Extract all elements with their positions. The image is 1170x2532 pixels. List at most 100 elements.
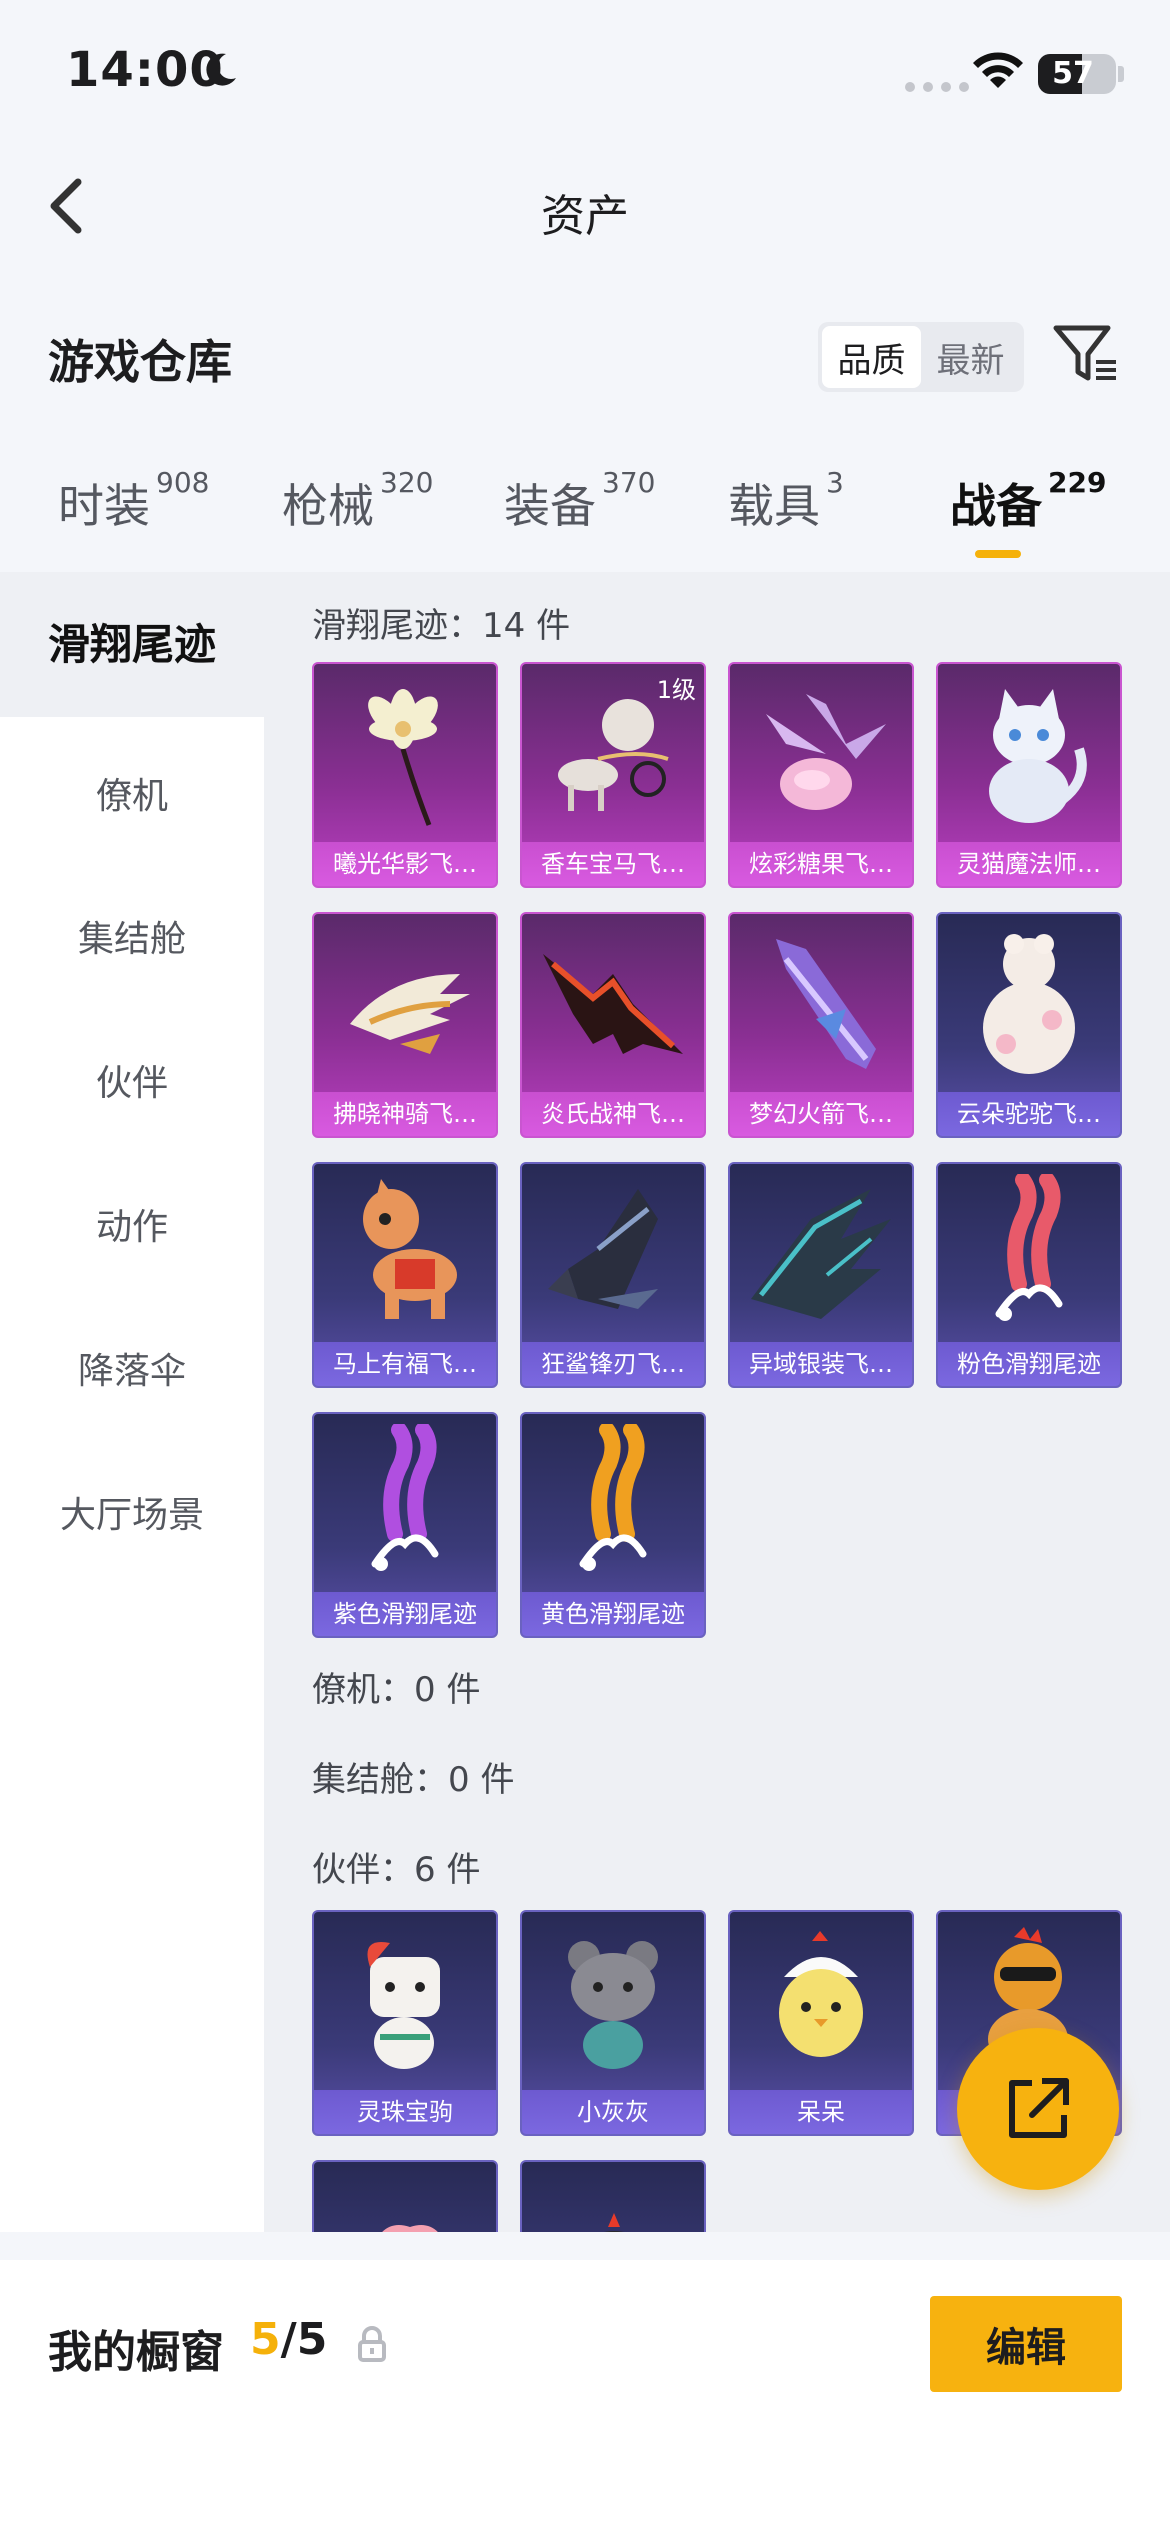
- showcase-count: 5/5: [250, 2314, 327, 2365]
- dark-pet-icon: [522, 2162, 704, 2232]
- item-card[interactable]: 狂鲨锋刃飞…: [520, 1162, 706, 1388]
- blade-wing-icon: [730, 1164, 912, 1344]
- tab-fashion[interactable]: 时装 908: [58, 466, 209, 536]
- wifi-icon: [973, 52, 1023, 88]
- item-card[interactable]: 紫色滑翔尾迹: [312, 1412, 498, 1638]
- item-name: 异域银装飞…: [730, 1342, 912, 1386]
- item-card[interactable]: 小灰灰: [520, 1910, 706, 2136]
- item-card[interactable]: 呆呆: [728, 1910, 914, 2136]
- tab-count: 3: [826, 466, 844, 499]
- tab-count: 229: [1048, 466, 1107, 499]
- sidebar-item-glide-trail[interactable]: 滑翔尾迹: [0, 572, 264, 717]
- smoke-trail-icon: [522, 1414, 704, 1594]
- sidebar-item-assembly-pod[interactable]: 集结舱: [0, 910, 264, 962]
- tab-vehicles[interactable]: 载具 3: [728, 466, 844, 536]
- filter-icon[interactable]: [1052, 322, 1120, 386]
- item-name: 粉色滑翔尾迹: [938, 1342, 1120, 1386]
- pony-icon: [314, 1912, 496, 2092]
- tab-count: 370: [602, 466, 656, 499]
- tab-count: 908: [156, 466, 210, 499]
- item-card[interactable]: 灵珠宝驹: [312, 1910, 498, 2136]
- tab-equipment[interactable]: 装备 370: [504, 466, 655, 536]
- signal-icon: [905, 82, 969, 92]
- gray-bear-icon: [522, 1912, 704, 2092]
- sidebar-item-companion[interactable]: 伙伴: [0, 1054, 264, 1106]
- sort-quality-button[interactable]: 品质: [822, 326, 921, 388]
- item-grid-area[interactable]: 滑翔尾迹：14 件 曦光华影飞… 1级 香车宝马飞… 炫彩糖果飞… 灵猫魔法师……: [264, 572, 1170, 2232]
- share-button[interactable]: [957, 2028, 1119, 2190]
- item-name: 灵猫魔法师…: [938, 842, 1120, 886]
- page-title: 资产: [541, 191, 629, 242]
- item-name: 曦光华影飞…: [314, 842, 496, 886]
- item-card[interactable]: 异域银装飞…: [728, 1162, 914, 1388]
- tab-guns[interactable]: 枪械 320: [282, 466, 433, 536]
- item-card[interactable]: 炎氏战神飞…: [520, 912, 706, 1138]
- item-card[interactable]: [520, 2160, 706, 2232]
- item-name: 紫色滑翔尾迹: [314, 1592, 496, 1636]
- edit-button[interactable]: 编辑: [930, 2296, 1122, 2392]
- active-tab-indicator: [975, 550, 1021, 558]
- item-name: 狂鲨锋刃飞…: [522, 1342, 704, 1386]
- item-card[interactable]: 拂晓神骑飞…: [312, 912, 498, 1138]
- section-title-companion: 伙伴：6 件: [312, 1850, 481, 1890]
- lock-icon: [358, 2326, 386, 2362]
- item-card[interactable]: 曦光华影飞…: [312, 662, 498, 888]
- sidebar-item-parachute[interactable]: 降落伞: [0, 1342, 264, 1394]
- tab-count: 320: [380, 466, 434, 499]
- item-name: 香车宝马飞…: [522, 842, 704, 886]
- horse-icon: [314, 1164, 496, 1344]
- sidebar-item-emote[interactable]: 动作: [0, 1198, 264, 1250]
- tab-label: 枪械: [282, 479, 374, 533]
- alpaca-icon: [938, 914, 1120, 1094]
- item-name: 炫彩糖果飞…: [730, 842, 912, 886]
- section-title-assembly-pod: 集结舱：0 件: [312, 1760, 515, 1800]
- showcase-current: 5: [250, 2314, 281, 2365]
- item-name: 云朵驼驼飞…: [938, 1092, 1120, 1136]
- battery-icon: 57: [1038, 54, 1116, 94]
- carriage-icon: [522, 664, 704, 844]
- tab-label: 战备: [950, 479, 1042, 533]
- section-title-glide-trail: 滑翔尾迹：14 件: [312, 606, 571, 646]
- item-name: 小灰灰: [522, 2090, 704, 2134]
- item-card[interactable]: 马上有福飞…: [312, 1162, 498, 1388]
- item-name: 灵珠宝驹: [314, 2090, 496, 2134]
- item-name: 拂晓神骑飞…: [314, 1092, 496, 1136]
- item-card[interactable]: 云朵驼驼飞…: [936, 912, 1122, 1138]
- warehouse-title: 游戏仓库: [48, 335, 232, 389]
- tab-label: 时装: [58, 479, 150, 533]
- item-card[interactable]: 灵猫魔法师…: [936, 662, 1122, 888]
- battery-cap: [1118, 66, 1124, 82]
- item-card[interactable]: 梦幻火箭飞…: [728, 912, 914, 1138]
- showcase-label: 我的橱窗: [48, 2327, 224, 2378]
- share-icon: [1009, 2078, 1069, 2138]
- sort-toggle: 品质 最新: [818, 322, 1024, 392]
- item-name: 呆呆: [730, 2090, 912, 2134]
- item-name: 黄色滑翔尾迹: [522, 1592, 704, 1636]
- smoke-trail-icon: [938, 1164, 1120, 1344]
- status-bar: 14:00 57: [0, 0, 1170, 140]
- showcase-bar: 我的橱窗 5/5 编辑: [0, 2260, 1170, 2532]
- wing-icon: [314, 914, 496, 1094]
- tab-label: 载具: [728, 479, 820, 533]
- sidebar-item-wingman[interactable]: 僚机: [0, 767, 264, 819]
- item-card[interactable]: 黄色滑翔尾迹: [520, 1412, 706, 1638]
- sidebar: 滑翔尾迹 僚机 集结舱 伙伴 动作 降落伞 大厅场景: [0, 572, 264, 2232]
- chick-icon: [730, 1912, 912, 2092]
- tab-combat-gear[interactable]: 战备 229: [950, 466, 1106, 536]
- sidebar-item-lobby-scene[interactable]: 大厅场景: [0, 1486, 264, 1538]
- bat-wing-icon: [522, 914, 704, 1094]
- item-card[interactable]: 粉色滑翔尾迹: [936, 1162, 1122, 1388]
- tab-label: 装备: [504, 479, 596, 533]
- item-card[interactable]: 1级 香车宝马飞…: [520, 662, 706, 888]
- flower-icon: [314, 664, 496, 844]
- item-card[interactable]: 炫彩糖果飞…: [728, 662, 914, 888]
- nav-bar: 资产: [0, 150, 1170, 260]
- item-card[interactable]: [312, 2160, 498, 2232]
- moon-icon: [206, 53, 236, 86]
- section-title-wingman: 僚机：0 件: [312, 1670, 481, 1710]
- sort-newest-button[interactable]: 最新: [921, 326, 1020, 388]
- item-name: 马上有福飞…: [314, 1342, 496, 1386]
- cat-icon: [938, 664, 1120, 844]
- rocket-icon: [730, 914, 912, 1094]
- pink-pet-icon: [314, 2162, 496, 2232]
